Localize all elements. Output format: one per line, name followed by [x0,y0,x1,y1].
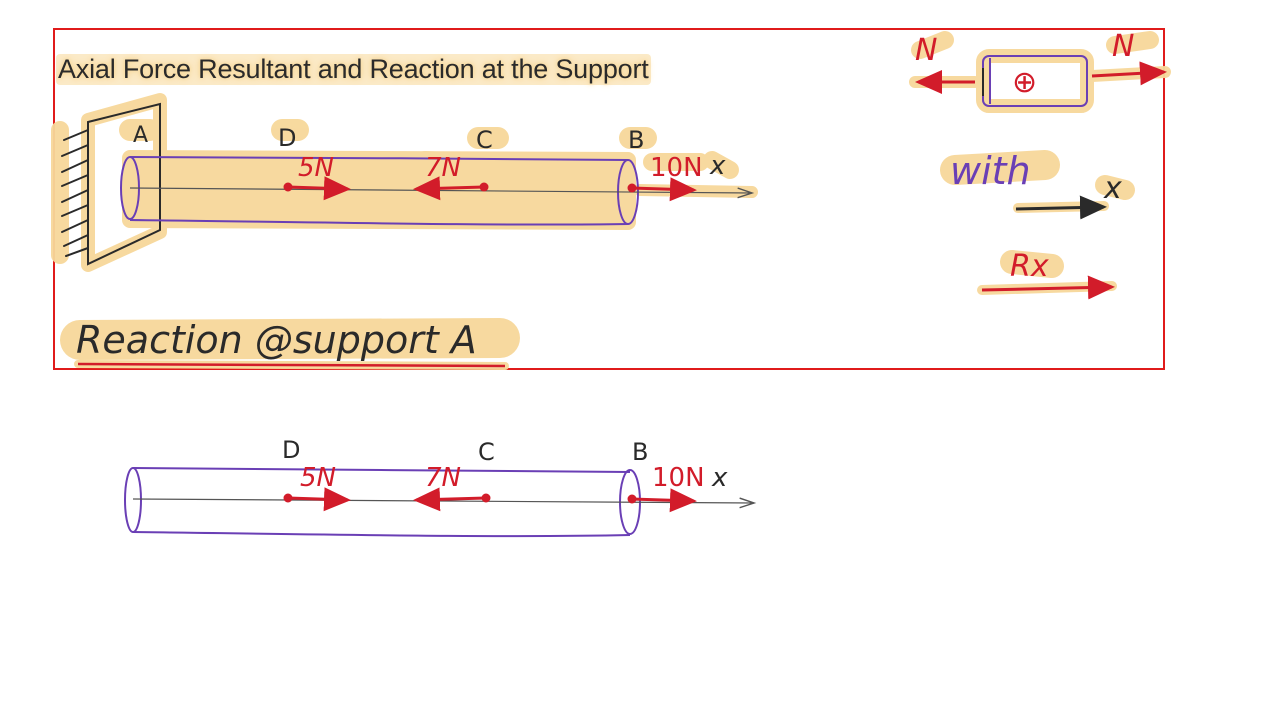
bottom-force-7n-label: 7N [425,463,461,493]
reaction-heading: Reaction @support A [76,318,477,362]
bottom-diagram: D C B 5N 7N 10N x [124,436,754,538]
force-7n-label: 7N [425,153,461,183]
rx-label: Rx [1010,249,1049,284]
label-a: A [133,123,148,148]
label-d: D [278,124,296,152]
bottom-axis-x-label: x [711,463,728,493]
force-10n-label: 10N [650,153,703,183]
label-b: B [628,126,644,154]
label-c: C [476,126,493,154]
with-label: with [950,149,1031,193]
bottom-label-b: B [632,438,648,466]
plus-sign: ⊕ [1012,65,1037,100]
n-right-label: N [1112,29,1134,64]
bottom-force-10n-label: 10N [652,463,705,493]
bottom-force-5n-label: 5N [300,463,336,493]
n-left-label: N [915,33,937,68]
bottom-label-d: D [282,436,300,464]
diagram-canvas: A D C B 5N 7N 10N x N ⊕ N with x Rx Reac… [51,29,1171,538]
force-5n-label: 5N [298,153,334,183]
x-direction-label: x [1103,171,1122,206]
page-title: Axial Force Resultant and Reaction at th… [56,54,651,85]
axis-x-label: x [709,151,726,181]
bottom-label-c: C [478,438,495,466]
